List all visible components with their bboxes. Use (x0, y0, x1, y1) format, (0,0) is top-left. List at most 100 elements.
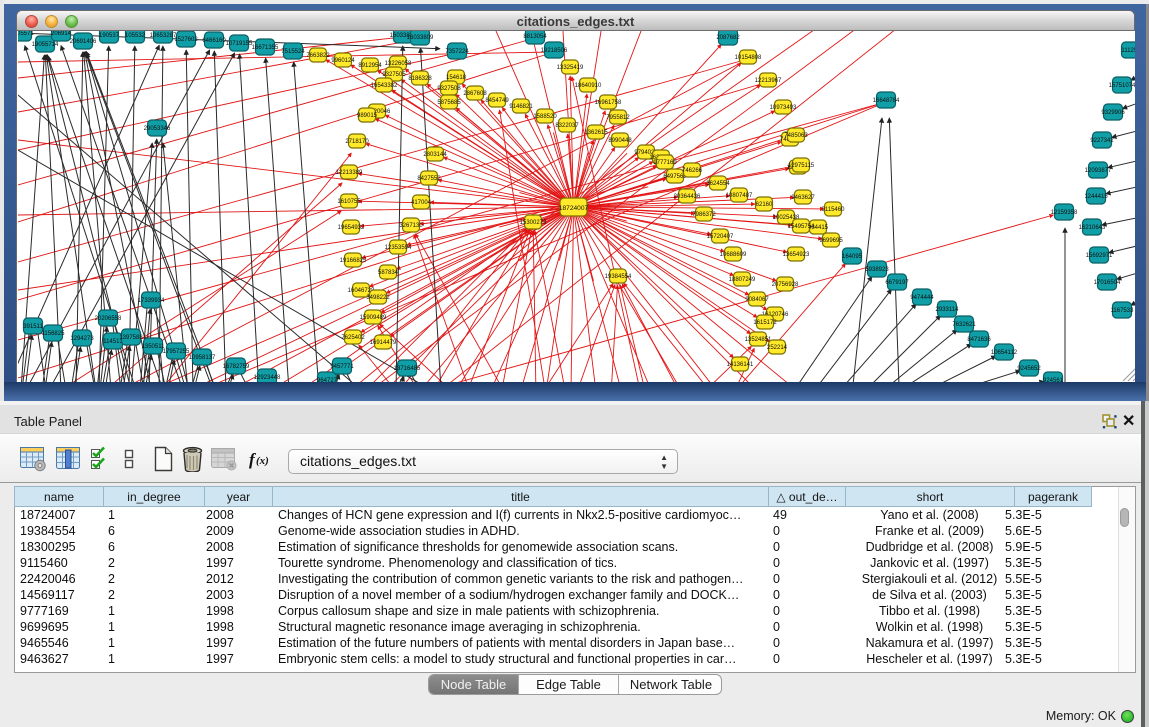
svg-text:8427552: 8427552 (417, 176, 441, 182)
svg-text:16648784: 16648784 (873, 98, 900, 104)
svg-text:1294273: 1294273 (70, 336, 94, 342)
svg-text:10154808: 10154808 (735, 55, 762, 61)
svg-text:16671355: 16671355 (252, 45, 279, 51)
svg-text:111253: 111253 (1121, 48, 1135, 54)
svg-text:9146821: 9146821 (509, 104, 533, 110)
svg-text:8813054: 8813054 (523, 34, 547, 40)
svg-text:13524851: 13524851 (745, 337, 772, 343)
svg-text:16961758: 16961758 (595, 100, 622, 106)
svg-text:9777169: 9777169 (653, 160, 677, 166)
svg-text:5875685: 5875685 (437, 100, 461, 106)
svg-text:1350511: 1350511 (142, 344, 166, 350)
svg-text:964727: 964727 (317, 378, 338, 382)
svg-text:12213389: 12213389 (336, 170, 363, 176)
svg-text:18724007: 18724007 (559, 205, 589, 212)
svg-text:9327508: 9327508 (437, 86, 461, 92)
svg-text:7632621: 7632621 (952, 322, 976, 328)
svg-text:9457771: 9457771 (330, 364, 354, 370)
svg-text:9463627: 9463627 (791, 195, 815, 201)
svg-text:12213967: 12213967 (755, 78, 782, 84)
svg-text:924561: 924561 (1043, 378, 1064, 382)
svg-text:20756928: 20756928 (772, 282, 799, 288)
svg-text:206914: 206914 (51, 31, 72, 37)
svg-text:62160: 62160 (756, 202, 773, 208)
svg-text:12975115: 12975115 (788, 163, 815, 169)
svg-text:3498222: 3498222 (366, 295, 390, 301)
svg-text:19166825: 19166825 (340, 258, 367, 264)
svg-text:15909489: 15909489 (360, 315, 387, 321)
svg-text:6466160: 6466160 (202, 38, 226, 44)
svg-text:17957255: 17957255 (163, 349, 190, 355)
svg-text:7625402: 7625402 (341, 335, 365, 341)
svg-text:15300273: 15300273 (520, 220, 547, 226)
svg-text:(x): (x) (256, 455, 269, 467)
svg-text:7357224: 7357224 (445, 49, 469, 55)
svg-text:10653287: 10653287 (150, 33, 177, 39)
svg-text:2803144: 2803144 (423, 152, 447, 158)
svg-text:13325419: 13325419 (557, 65, 584, 71)
svg-text:13226058: 13226058 (385, 61, 412, 67)
svg-text:19384554: 19384554 (605, 274, 632, 280)
svg-text:20364436: 20364436 (674, 194, 701, 200)
svg-text:190537: 190537 (99, 33, 120, 39)
svg-text:989015: 989015 (357, 113, 378, 119)
svg-text:10958137: 10958137 (189, 355, 216, 361)
svg-text:1397588: 1397588 (119, 335, 143, 341)
svg-text:9115460: 9115460 (822, 207, 846, 213)
svg-text:10654112: 10654112 (991, 350, 1018, 356)
svg-text:9084067: 9084067 (745, 297, 769, 303)
svg-text:3267130: 3267130 (399, 223, 423, 229)
svg-text:16914479: 16914479 (370, 340, 397, 346)
svg-text:1156825: 1156825 (42, 331, 66, 337)
svg-text:587834: 587834 (378, 270, 399, 276)
svg-text:16033809: 16033809 (407, 35, 434, 41)
svg-text:1167533: 1167533 (1111, 308, 1135, 314)
svg-text:12353594: 12353594 (385, 245, 412, 251)
svg-text:12923448: 12923448 (254, 375, 281, 381)
svg-text:8322037: 8322037 (555, 123, 579, 129)
svg-text:12159358: 12159358 (1051, 210, 1078, 216)
svg-text:2087682: 2087682 (716, 35, 740, 41)
svg-text:7955812: 7955812 (606, 115, 630, 121)
svg-text:13716485: 13716485 (394, 366, 421, 372)
svg-text:8990448: 8990448 (608, 138, 632, 144)
svg-text:8912954: 8912954 (358, 63, 382, 69)
svg-text:16543382: 16543382 (371, 83, 398, 89)
svg-text:5938923: 5938923 (865, 267, 889, 273)
svg-text:10688609: 10688609 (720, 252, 747, 258)
svg-text:19654932: 19654932 (338, 225, 365, 231)
svg-text:6679197: 6679197 (885, 280, 909, 286)
svg-text:7485063: 7485063 (784, 133, 808, 139)
svg-text:2718170: 2718170 (345, 139, 369, 145)
svg-text:417004: 417004 (411, 200, 432, 206)
svg-text:746266: 746266 (682, 168, 703, 174)
svg-text:15720407: 15720407 (707, 234, 734, 240)
svg-text:10807487: 10807487 (726, 193, 753, 199)
svg-text:17339934: 17339934 (138, 298, 165, 304)
svg-text:1362615: 1362615 (584, 130, 608, 136)
svg-text:14136141: 14136141 (727, 362, 754, 368)
svg-text:9245652: 9245652 (1017, 366, 1041, 372)
svg-text:164095: 164095 (842, 254, 863, 260)
svg-text:7663822: 7663822 (306, 53, 330, 59)
svg-text:8186328: 8186328 (408, 76, 432, 82)
svg-text:10719155: 10719155 (226, 41, 253, 47)
svg-text:1610755: 1610755 (337, 199, 361, 205)
svg-text:15751074: 15751074 (1109, 83, 1135, 89)
svg-text:16210643: 16210643 (1079, 225, 1106, 231)
svg-text:7515524: 7515524 (281, 49, 305, 55)
svg-text:20691406: 20691406 (70, 39, 97, 45)
svg-text:15495754: 15495754 (788, 224, 815, 230)
svg-text:9474444: 9474444 (910, 295, 934, 301)
svg-text:8454749: 8454749 (485, 98, 509, 104)
svg-text:2933114: 2933114 (936, 307, 960, 313)
svg-text:8471636: 8471636 (967, 337, 991, 343)
svg-text:19055714: 19055714 (32, 42, 59, 48)
svg-text:105532: 105532 (125, 33, 146, 39)
svg-text:1588520: 1588520 (533, 114, 557, 120)
svg-text:9327505: 9327505 (382, 72, 406, 78)
svg-text:1244415: 1244415 (1084, 194, 1108, 200)
svg-text:18807249: 18807249 (729, 277, 756, 283)
svg-text:16782759: 16782759 (223, 364, 250, 370)
svg-text:7986372: 7986372 (692, 212, 716, 218)
